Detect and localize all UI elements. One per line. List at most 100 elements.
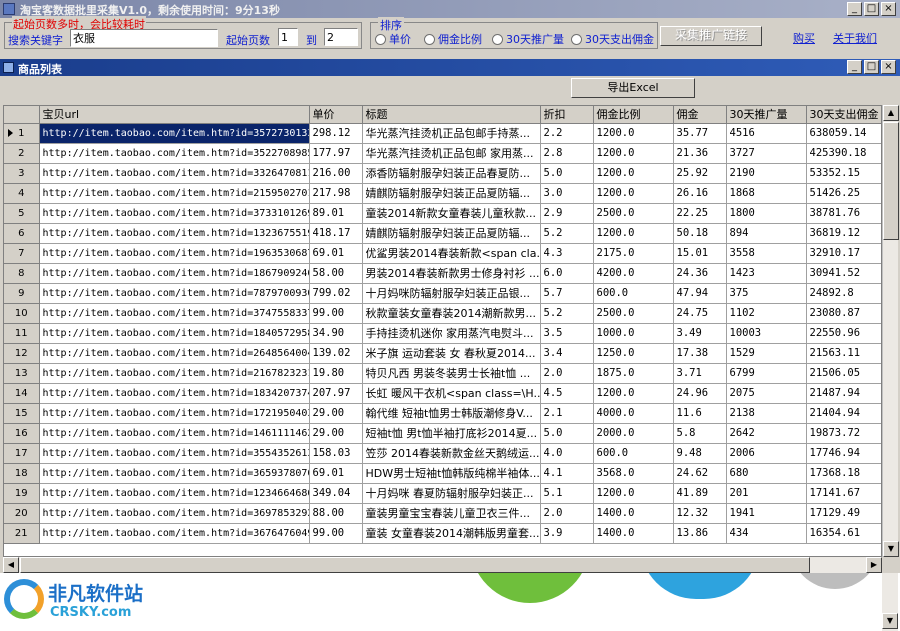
table-row[interactable]: 5 http://item.taobao.com/item.htm?id=3733… [4, 203, 881, 224]
cell-price[interactable]: 217.98 [309, 183, 363, 204]
row-number[interactable]: 20 [4, 503, 40, 524]
cell-url[interactable]: http://item.taobao.com/item.htm?id=35543… [39, 443, 310, 464]
cell-commission-rate[interactable]: 4000.0 [593, 403, 674, 424]
cell-30day-promotions[interactable]: 6799 [726, 363, 807, 384]
cell-commission-rate[interactable]: 600.0 [593, 443, 674, 464]
cell-commission[interactable]: 24.96 [673, 383, 727, 404]
cell-price[interactable]: 418.17 [309, 223, 363, 244]
vertical-scroll-thumb[interactable] [883, 122, 899, 240]
row-number[interactable]: 19 [4, 483, 40, 504]
cell-30day-commission[interactable]: 22550.96 [806, 323, 881, 344]
cell-commission[interactable]: 24.75 [673, 303, 727, 324]
cell-commission[interactable]: 26.16 [673, 183, 727, 204]
cell-title[interactable]: 短袖t恤 男t恤半袖打底衫2014夏... [362, 423, 541, 444]
cell-title[interactable]: 男装2014春装新款男士修身衬衫 ... [362, 263, 541, 284]
table-row[interactable]: 16 http://item.taobao.com/item.htm?id=146… [4, 423, 881, 444]
cell-discount[interactable]: 2.0 [540, 363, 594, 384]
cell-title[interactable]: 手持挂烫机迷你 家用蒸汽电熨斗... [362, 323, 541, 344]
scroll-right-arrow-icon[interactable]: ▶ [866, 557, 882, 573]
cell-url[interactable]: http://item.taobao.com/item.htm?id=14611… [39, 423, 310, 444]
table-row[interactable]: 8 http://item.taobao.com/item.htm?id=1867… [4, 263, 881, 284]
row-number[interactable]: 6 [4, 223, 40, 244]
cell-30day-promotions[interactable]: 3727 [726, 143, 807, 164]
child-close-button[interactable]: × [881, 60, 896, 74]
column-header-30day-promotions[interactable]: 30天推广量 [726, 106, 807, 124]
cell-30day-promotions[interactable]: 2642 [726, 423, 807, 444]
table-row[interactable]: 17 http://item.taobao.com/item.htm?id=355… [4, 443, 881, 464]
cell-commission[interactable]: 9.48 [673, 443, 727, 464]
cell-30day-promotions[interactable]: 1423 [726, 263, 807, 284]
table-row[interactable]: 6 http://item.taobao.com/item.htm?id=1323… [4, 223, 881, 244]
cell-30day-commission[interactable]: 21563.11 [806, 343, 881, 364]
child-minimize-button[interactable]: _ [847, 60, 862, 74]
grid-vertical-scrollbar[interactable]: ▲ ▼ [882, 105, 899, 557]
cell-discount[interactable]: 6.0 [540, 263, 594, 284]
cell-discount[interactable]: 2.9 [540, 203, 594, 224]
table-row[interactable]: 9 http://item.taobao.com/item.htm?id=7879… [4, 283, 881, 304]
start-page-input[interactable] [278, 28, 298, 46]
cell-30day-commission[interactable]: 19873.72 [806, 423, 881, 444]
cell-30day-promotions[interactable]: 4516 [726, 123, 807, 144]
cell-30day-commission[interactable]: 53352.15 [806, 163, 881, 184]
row-number[interactable]: 5 [4, 203, 40, 224]
table-row[interactable]: 3 http://item.taobao.com/item.htm?id=3326… [4, 163, 881, 184]
cell-title[interactable]: 十月妈咪防辐射服孕妇装正品银... [362, 283, 541, 304]
sort-radio-price[interactable]: 单价 [375, 31, 411, 47]
cell-commission-rate[interactable]: 4200.0 [593, 263, 674, 284]
column-header-commission[interactable]: 佣金 [673, 106, 727, 124]
cell-commission-rate[interactable]: 1250.0 [593, 343, 674, 364]
cell-commission-rate[interactable]: 1000.0 [593, 323, 674, 344]
table-row[interactable]: 11 http://item.taobao.com/item.htm?id=184… [4, 323, 881, 344]
cell-commission-rate[interactable]: 1200.0 [593, 143, 674, 164]
cell-url[interactable]: http://item.taobao.com/item.htm?id=35727… [39, 123, 310, 144]
cell-title[interactable]: 优鲨男装2014春装新款<span cla... [362, 243, 541, 264]
about-us-link[interactable]: 关于我们 [833, 30, 877, 46]
cell-30day-promotions[interactable]: 201 [726, 483, 807, 504]
product-grid[interactable]: 宝贝url 单价 标题 折扣 佣金比例 佣金 30天推广量 30天支出佣金 1h… [3, 105, 882, 557]
keyword-input[interactable] [70, 29, 218, 47]
cell-title[interactable]: 十月妈咪 春夏防辐射服孕妇装正... [362, 483, 541, 504]
table-row[interactable]: 7 http://item.taobao.com/item.htm?id=1963… [4, 243, 881, 264]
cell-commission[interactable]: 11.6 [673, 403, 727, 424]
cell-url[interactable]: http://item.taobao.com/item.htm?id=78797… [39, 283, 310, 304]
close-button[interactable]: × [881, 2, 896, 16]
cell-commission[interactable]: 22.25 [673, 203, 727, 224]
cell-title[interactable]: 童装 女童春装2014潮韩版男童套... [362, 523, 541, 544]
cell-url[interactable]: http://item.taobao.com/item.htm?id=33264… [39, 163, 310, 184]
column-header-discount[interactable]: 折扣 [540, 106, 594, 124]
row-number[interactable]: 17 [4, 443, 40, 464]
cell-30day-commission[interactable]: 36819.12 [806, 223, 881, 244]
table-row[interactable]: 18 http://item.taobao.com/item.htm?id=365… [4, 463, 881, 484]
cell-30day-commission[interactable]: 17368.18 [806, 463, 881, 484]
cell-commission[interactable]: 24.36 [673, 263, 727, 284]
cell-30day-promotions[interactable]: 2138 [726, 403, 807, 424]
cell-discount[interactable]: 4.3 [540, 243, 594, 264]
cell-discount[interactable]: 4.0 [540, 443, 594, 464]
cell-commission[interactable]: 5.8 [673, 423, 727, 444]
cell-commission-rate[interactable]: 1400.0 [593, 523, 674, 544]
horizontal-scroll-thumb[interactable] [20, 557, 810, 573]
export-excel-button[interactable]: 导出Excel [571, 78, 695, 98]
scroll-down-arrow-icon[interactable]: ▼ [883, 541, 899, 557]
cell-discount[interactable]: 3.0 [540, 183, 594, 204]
table-row[interactable]: 20 http://item.taobao.com/item.htm?id=369… [4, 503, 881, 524]
cell-url[interactable]: http://item.taobao.com/item.htm?id=18342… [39, 383, 310, 404]
cell-30day-promotions[interactable]: 894 [726, 223, 807, 244]
cell-30day-promotions[interactable]: 1529 [726, 343, 807, 364]
cell-title[interactable]: 华光蒸汽挂烫机正品包邮手持蒸... [362, 123, 541, 144]
cell-30day-commission[interactable]: 638059.14 [806, 123, 881, 144]
cell-30day-promotions[interactable]: 1941 [726, 503, 807, 524]
cell-30day-promotions[interactable]: 375 [726, 283, 807, 304]
cell-url[interactable]: http://item.taobao.com/item.htm?id=21678… [39, 363, 310, 384]
cell-title[interactable]: 婧麒防辐射服孕妇装正品夏防辐... [362, 223, 541, 244]
cell-commission-rate[interactable]: 2500.0 [593, 303, 674, 324]
cell-commission-rate[interactable]: 2500.0 [593, 203, 674, 224]
end-page-input[interactable] [324, 28, 358, 46]
cell-commission[interactable]: 17.38 [673, 343, 727, 364]
child-maximize-button[interactable]: □ [864, 60, 879, 74]
cell-title[interactable]: 笠莎 2014春装新款金丝天鹅绒运... [362, 443, 541, 464]
cell-price[interactable]: 19.80 [309, 363, 363, 384]
cell-30day-commission[interactable]: 21506.05 [806, 363, 881, 384]
row-number[interactable]: 12 [4, 343, 40, 364]
cell-discount[interactable]: 5.0 [540, 423, 594, 444]
